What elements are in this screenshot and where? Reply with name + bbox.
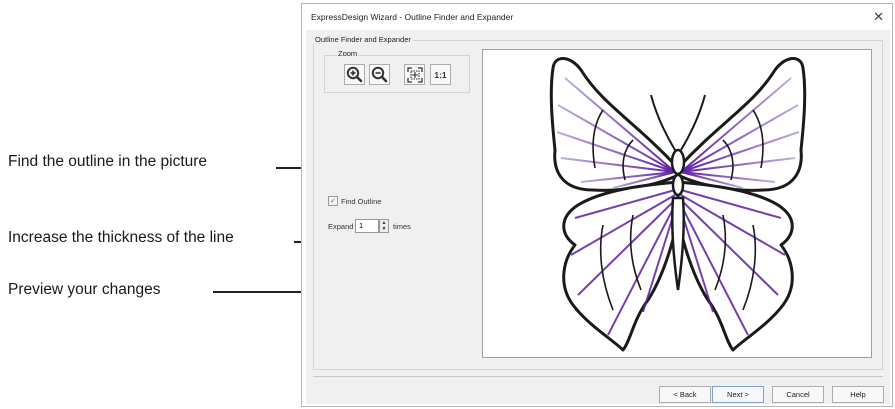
callout-find-outline: Find the outline in the picture (8, 153, 208, 170)
butterfly-preview-image (549, 57, 807, 352)
dialog-title: ExpressDesign Wizard - Outline Finder an… (311, 12, 514, 22)
zoom-fit-icon (406, 66, 423, 83)
close-icon[interactable]: ✕ (873, 9, 884, 25)
callout-preview: Preview your changes (8, 281, 161, 298)
wizard-dialog: ExpressDesign Wizard - Outline Finder an… (301, 3, 893, 407)
cancel-button[interactable]: Cancel (772, 386, 824, 403)
find-outline-checkbox[interactable]: ✓ (328, 196, 338, 206)
zoom-fit-button[interactable] (404, 64, 425, 85)
expand-input[interactable]: 1 (355, 219, 379, 233)
zoom-in-icon (346, 66, 363, 83)
next-button[interactable]: Next > (712, 386, 764, 403)
expand-suffix: times (393, 222, 411, 231)
stepper-down-icon[interactable]: ▼ (380, 226, 388, 232)
dialog-client: Outline Finder and Expander Zoom 1:1 ✓ F… (306, 30, 890, 404)
zoom-actual-size-button[interactable]: 1:1 (430, 64, 451, 85)
find-outline-row[interactable]: ✓ Find Outline (328, 196, 381, 206)
zoom-label: Zoom (337, 49, 359, 58)
button-separator (313, 376, 883, 377)
back-button[interactable]: < Back (659, 386, 711, 403)
title-bar: ExpressDesign Wizard - Outline Finder an… (302, 4, 892, 30)
zoom-out-icon (371, 66, 388, 83)
zoom-out-button[interactable] (369, 64, 390, 85)
group-label: Outline Finder and Expander (313, 35, 413, 44)
expand-label: Expand (328, 222, 354, 231)
preview-panel (482, 49, 872, 358)
help-button[interactable]: Help (832, 386, 884, 403)
expand-stepper[interactable]: ▲ ▼ (379, 219, 389, 233)
zoom-in-button[interactable] (344, 64, 365, 85)
find-outline-label: Find Outline (341, 196, 382, 206)
callout-thickness: Increase the thickness of the line (8, 229, 234, 246)
